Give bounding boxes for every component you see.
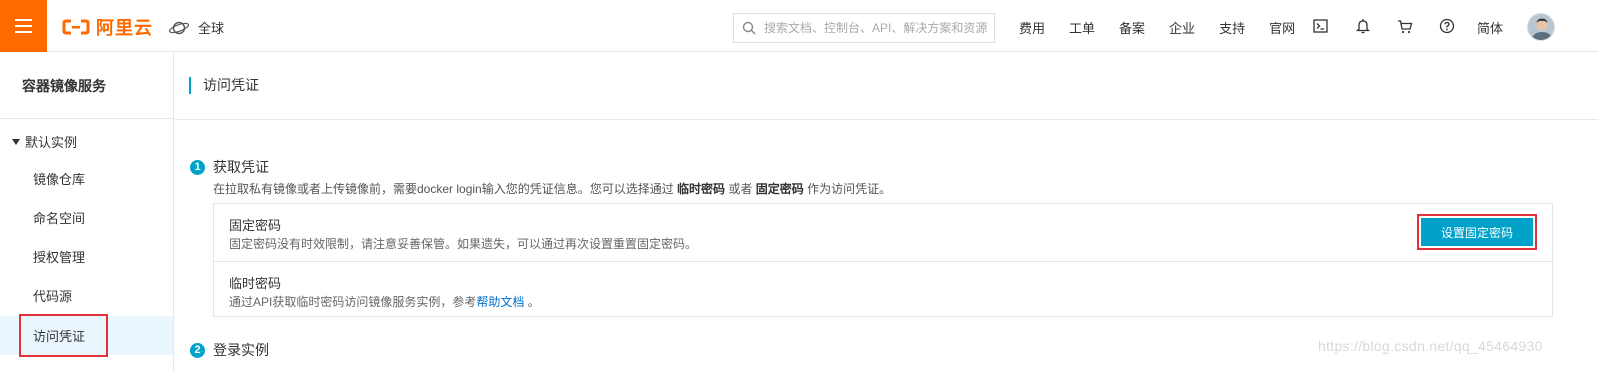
step-title: 登录实例 <box>213 342 269 358</box>
set-fixed-password-button[interactable]: 设置固定密码 <box>1421 218 1533 246</box>
desc-fixed-password: 固定密码 <box>755 182 804 196</box>
sidebar-item-authorization[interactable]: 授权管理 <box>0 237 173 276</box>
avatar-image <box>1528 14 1554 40</box>
page-title: 访问凭证 <box>189 77 259 94</box>
fixed-password-desc: 固定密码没有时效限制，请注意妥善保管。如果遗失，可以通过再次设置重置固定密码。 <box>229 237 698 251</box>
watermark: https://blog.csdn.net/qq_45464930 <box>1318 338 1543 354</box>
search-icon <box>742 21 756 35</box>
terminal-icon[interactable] <box>1312 16 1329 36</box>
nav-link-enterprise[interactable]: 企业 <box>1169 18 1195 37</box>
help-doc-link[interactable]: 帮助文档 <box>476 295 524 309</box>
language-selector[interactable]: 简体 <box>1477 18 1503 37</box>
page-header: 访问凭证 <box>175 53 1598 120</box>
desc-text: 或者 <box>725 182 756 196</box>
aliyun-logo-icon <box>62 19 90 35</box>
logo-text: 阿里云 <box>96 18 153 38</box>
region-label: 全球 <box>198 21 225 36</box>
highlight-box-sidebar <box>19 314 108 357</box>
help-icon[interactable] <box>1438 16 1455 36</box>
top-nav-links: 费用 工单 备案 企业 支持 官网 <box>1019 18 1319 37</box>
nav-link-icp[interactable]: 备案 <box>1119 18 1145 37</box>
fixed-password-title: 固定密码 <box>229 218 282 233</box>
desc-text: 。 <box>524 295 540 309</box>
step-title: 获取凭证 <box>213 159 269 175</box>
sidebar-item-code-source[interactable]: 代码源 <box>0 276 173 315</box>
step-number-badge: 2 <box>190 342 205 358</box>
region-selector[interactable]: 全球 <box>168 18 224 37</box>
sidebar-title: 容器镜像服务 <box>0 53 173 119</box>
cart-icon[interactable] <box>1396 16 1413 36</box>
top-navbar: 阿里云 全球 费用 工单 备案 企业 支持 官网 <box>0 0 1598 52</box>
step-get-credentials: 1 获取凭证 <box>190 157 269 177</box>
user-avatar[interactable] <box>1527 13 1555 41</box>
nav-link-official-site[interactable]: 官网 <box>1269 18 1295 37</box>
hamburger-menu-icon[interactable] <box>0 0 47 52</box>
temp-password-title: 临时密码 <box>229 276 282 291</box>
nav-link-billing[interactable]: 费用 <box>1019 18 1045 37</box>
desc-temp-password: 临时密码 <box>677 182 726 196</box>
bell-icon[interactable] <box>1354 16 1371 36</box>
search-box[interactable] <box>733 13 995 43</box>
temp-password-row: 临时密码 通过API获取临时密码访问镜像服务实例，参考帮助文档 。 <box>214 261 1552 318</box>
sidebar-item-namespaces[interactable]: 命名空间 <box>0 198 173 237</box>
step-number-badge: 1 <box>190 159 205 175</box>
nav-link-tickets[interactable]: 工单 <box>1069 18 1095 37</box>
temp-password-desc: 通过API获取临时密码访问镜像服务实例，参考帮助文档 。 <box>229 293 540 310</box>
nav-link-support[interactable]: 支持 <box>1219 18 1245 37</box>
fixed-password-row: 固定密码 固定密码没有时效限制，请注意妥善保管。如果遗失，可以通过再次设置重置固… <box>214 204 1552 261</box>
step-description: 在拉取私有镜像或者上传镜像前，需要docker login输入您的凭证信息。您可… <box>213 180 891 197</box>
desc-text: 通过API获取临时密码访问镜像服务实例，参考 <box>229 295 477 309</box>
desc-text: 作为访问凭证。 <box>803 182 892 196</box>
top-nav-icons <box>1312 16 1455 36</box>
credentials-panel: 固定密码 固定密码没有时效限制，请注意妥善保管。如果遗失，可以通过再次设置重置固… <box>213 203 1553 317</box>
sidebar-group-default-instance[interactable]: 默认实例 <box>12 132 77 151</box>
sidebar-group-label: 默认实例 <box>25 135 78 150</box>
step-login-instance: 2 登录实例 <box>190 340 269 360</box>
aliyun-logo[interactable]: 阿里云 <box>62 16 153 38</box>
sidebar-item-repositories[interactable]: 镜像仓库 <box>0 159 173 198</box>
globe-icon <box>168 21 190 34</box>
desc-text: 在拉取私有镜像或者上传镜像前，需要docker login输入您的凭证信息。您可… <box>213 182 678 196</box>
caret-down-icon <box>12 138 20 145</box>
search-input[interactable] <box>764 21 990 35</box>
